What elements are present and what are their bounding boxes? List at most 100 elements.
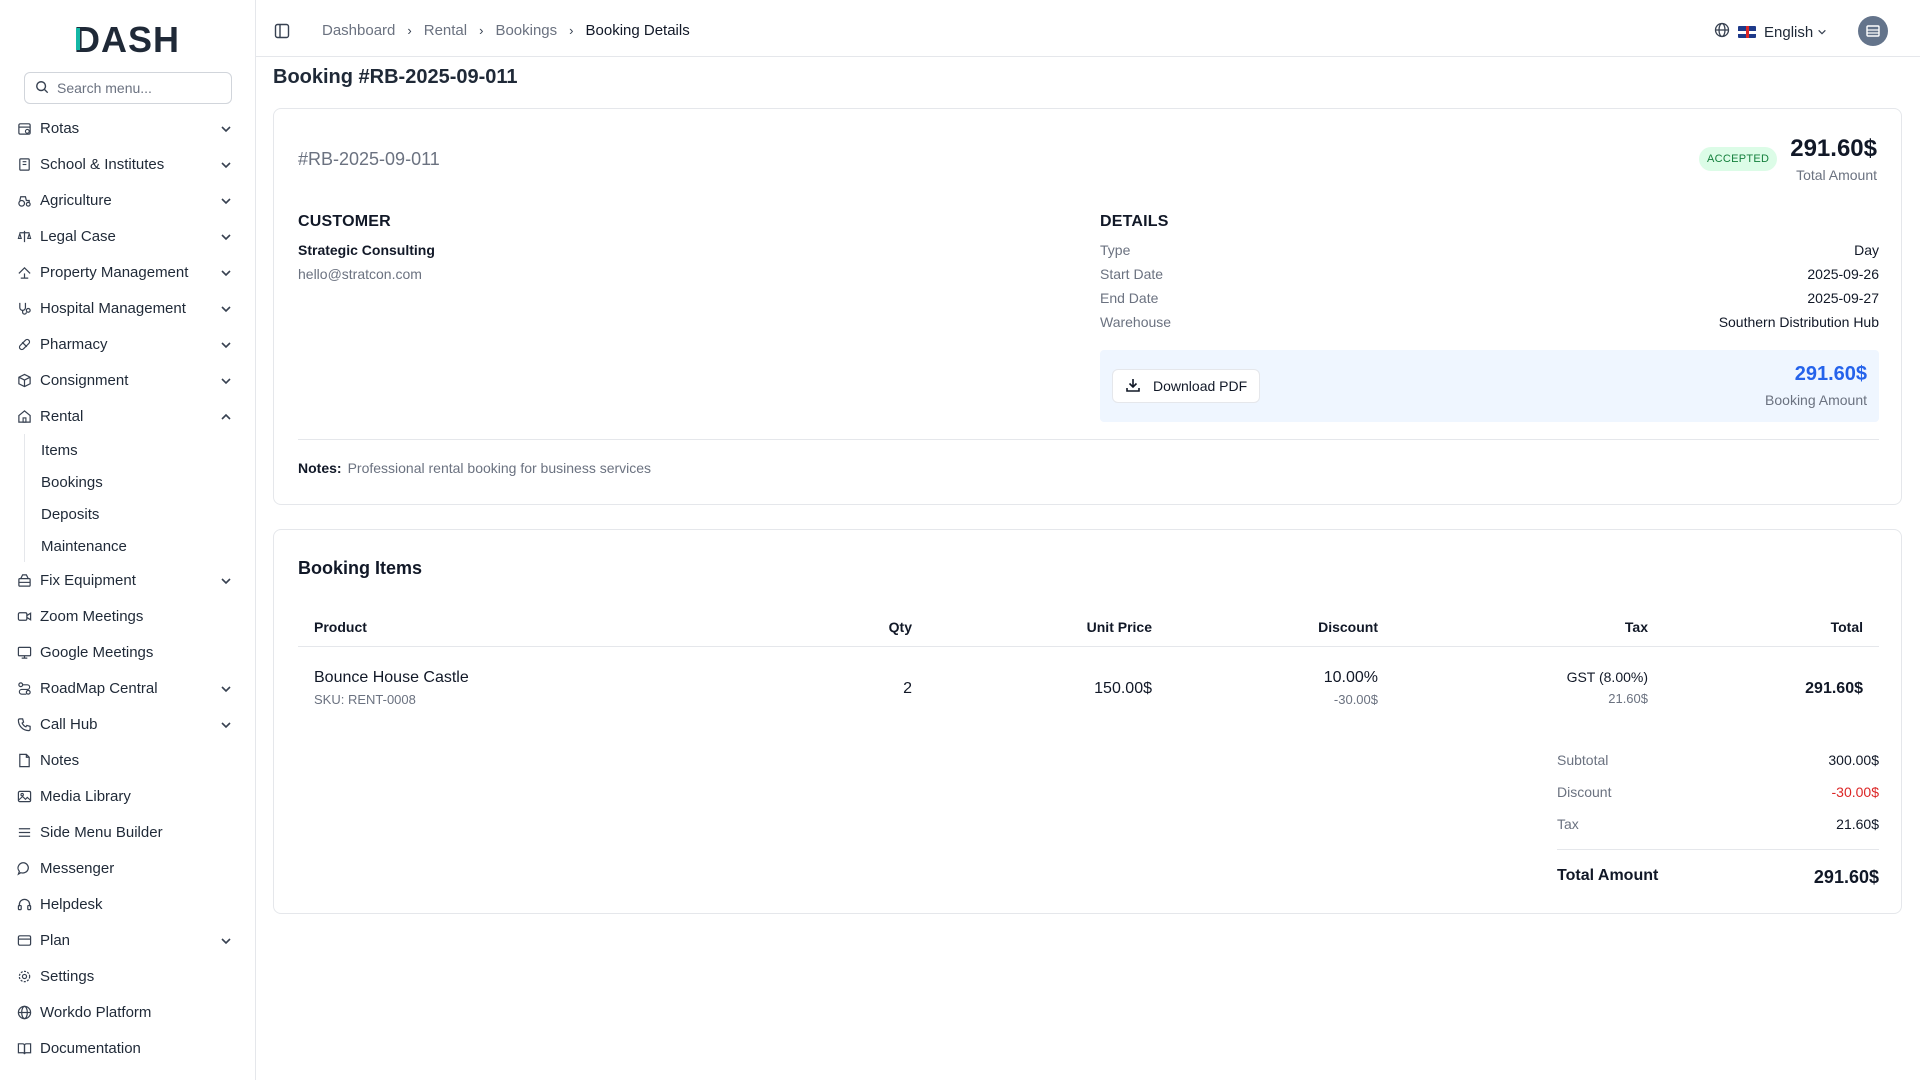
column-header-qty: Qty	[888, 619, 912, 635]
home-icon	[16, 408, 32, 424]
menu-icon	[16, 824, 32, 840]
page-title: Booking #RB-2025-09-011	[273, 66, 518, 88]
breadcrumb-current: Booking Details	[585, 22, 690, 39]
globe-icon	[16, 1004, 32, 1020]
search-icon	[35, 80, 49, 97]
sidebar-item-media-library[interactable]: Media Library	[0, 778, 256, 814]
rotas-icon	[16, 120, 32, 136]
notes-text: Professional rental booking for business…	[347, 460, 652, 476]
sidebar-item-settings[interactable]: Settings	[0, 958, 256, 994]
sidebar-item-legal-case[interactable]: Legal Case	[0, 218, 256, 254]
chevron-up-icon[interactable]	[220, 410, 232, 422]
sidebar-item-call-hub[interactable]: Call Hub	[0, 706, 256, 742]
sidebar-item-label: Workdo Platform	[40, 1003, 152, 1021]
sidebar-item-consignment[interactable]: Consignment	[0, 362, 256, 398]
sidebar-item-label: Side Menu Builder	[40, 823, 163, 841]
chevron-down-icon[interactable]	[220, 682, 232, 694]
language-selector[interactable]: English	[1714, 22, 1827, 42]
details-heading: DETAILS	[1100, 213, 1169, 230]
breadcrumb-rental[interactable]: Rental	[424, 22, 467, 39]
status-badge: ACCEPTED	[1699, 147, 1778, 171]
avatar[interactable]	[1858, 16, 1888, 46]
sidebar-item-documentation[interactable]: Documentation	[0, 1030, 256, 1066]
phone-icon	[16, 716, 32, 732]
booking-amount: 291.60$	[1794, 363, 1867, 385]
monitor-icon	[16, 644, 32, 660]
booking-amount-panel: Download PDF 291.60$ Booking Amount	[1100, 350, 1879, 422]
chevron-down-icon[interactable]	[220, 122, 232, 134]
sidebar-item-side-menu-builder[interactable]: Side Menu Builder	[0, 814, 256, 850]
sidebar-item-label: Fix Equipment	[40, 571, 136, 589]
sidebar-item-agriculture[interactable]: Agriculture	[0, 182, 256, 218]
breadcrumb-dashboard[interactable]: Dashboard	[322, 22, 395, 39]
chevron-down-icon[interactable]	[220, 194, 232, 206]
chevron-down-icon[interactable]	[220, 574, 232, 586]
chevron-down-icon[interactable]	[220, 338, 232, 350]
sidebar-item-school-institutes[interactable]: School & Institutes	[0, 146, 256, 182]
sidebar-item-label: Messenger	[40, 859, 115, 877]
chevron-right-icon: ›	[479, 23, 484, 38]
total-amount-label: Total Amount	[1796, 167, 1877, 183]
sidebar-item-label: Rotas	[40, 119, 80, 137]
chevron-down-icon[interactable]	[220, 230, 232, 242]
sidebar-item-roadmap-central[interactable]: RoadMap Central	[0, 670, 256, 706]
sidebar-item-workdo-platform[interactable]: Workdo Platform	[0, 994, 256, 1030]
summary-total-value: 291.60$	[1813, 867, 1879, 887]
summary-label: Tax	[1557, 816, 1579, 832]
item-total: 291.60$	[1805, 680, 1863, 697]
detail-value: Day	[1854, 242, 1879, 258]
sidebar-toggle-icon[interactable]	[274, 23, 290, 39]
item-unit-price: 150.00$	[1094, 680, 1152, 697]
sidebar-item-rental[interactable]: Rental	[0, 398, 256, 434]
search-box[interactable]	[24, 72, 232, 104]
chevron-down-icon[interactable]	[220, 934, 232, 946]
image-icon	[16, 788, 32, 804]
customer-name: Strategic Consulting	[298, 242, 435, 258]
detail-row-warehouse: Warehouse Southern Distribution Hub	[1100, 314, 1879, 330]
card-icon	[16, 932, 32, 948]
sidebar-item-plan[interactable]: Plan	[0, 922, 256, 958]
submenu-item-maintenance[interactable]: Maintenance	[25, 530, 256, 562]
breadcrumb-bookings[interactable]: Bookings	[495, 22, 557, 39]
sidebar-item-helpdesk[interactable]: Helpdesk	[0, 886, 256, 922]
detail-row-end-date: End Date 2025-09-27	[1100, 290, 1879, 306]
sidebar-item-property-management[interactable]: Property Management	[0, 254, 256, 290]
detail-value: Southern Distribution Hub	[1718, 314, 1879, 330]
sidebar-item-label: Helpdesk	[40, 895, 103, 913]
divider	[298, 439, 1879, 440]
sidebar-item-label: Zoom Meetings	[40, 607, 144, 625]
dash-logo[interactable]: DASH	[74, 19, 184, 60]
detail-key: Type	[1100, 242, 1131, 258]
school-icon	[16, 156, 32, 172]
sidebar-item-label: School & Institutes	[40, 155, 165, 173]
sidebar-item-zoom-meetings[interactable]: Zoom Meetings	[0, 598, 256, 634]
chevron-down-icon	[1817, 24, 1827, 41]
download-pdf-button[interactable]: Download PDF	[1112, 369, 1261, 403]
sidebar-item-fix-equipment[interactable]: Fix Equipment	[0, 562, 256, 598]
sidebar-item-notes[interactable]: Notes	[0, 742, 256, 778]
chevron-down-icon[interactable]	[220, 158, 232, 170]
sidebar-item-rotas[interactable]: Rotas	[0, 110, 256, 146]
item-discount-percent: 10.00%	[1323, 669, 1378, 686]
chevron-down-icon[interactable]	[220, 302, 232, 314]
detail-key: End Date	[1100, 290, 1159, 306]
search-input[interactable]	[57, 80, 217, 96]
summary-subtotal: Subtotal 300.00$	[1557, 752, 1879, 768]
chevron-down-icon[interactable]	[220, 718, 232, 730]
sidebar-item-pharmacy[interactable]: Pharmacy	[0, 326, 256, 362]
item-tax-amount: 21.60$	[1608, 691, 1648, 706]
total-amount: 291.60$	[1790, 135, 1877, 162]
sidebar-item-label: Pharmacy	[40, 335, 108, 353]
sidebar-item-hospital-management[interactable]: Hospital Management	[0, 290, 256, 326]
submenu-item-deposits[interactable]: Deposits	[25, 498, 256, 530]
sidebar-item-label: Plan	[40, 931, 71, 949]
sidebar-item-google-meetings[interactable]: Google Meetings	[0, 634, 256, 670]
submenu-item-bookings[interactable]: Bookings	[25, 466, 256, 498]
summary-label: Discount	[1557, 784, 1612, 800]
submenu-item-items[interactable]: Items	[25, 434, 256, 466]
sidebar-item-label: Property Management	[40, 263, 189, 281]
chevron-down-icon[interactable]	[220, 266, 232, 278]
chevron-down-icon[interactable]	[220, 374, 232, 386]
globe-icon	[1714, 22, 1730, 42]
sidebar-item-messenger[interactable]: Messenger	[0, 850, 256, 886]
